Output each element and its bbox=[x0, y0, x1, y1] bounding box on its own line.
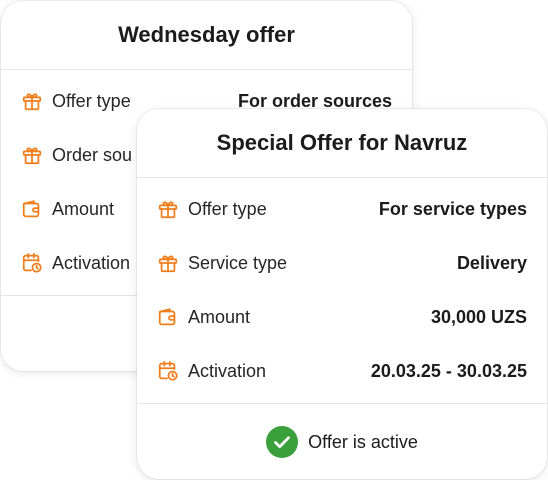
row-value: Delivery bbox=[456, 252, 527, 273]
row-label: Amount bbox=[188, 306, 251, 327]
row-label: Offer type bbox=[188, 198, 267, 219]
gift-icon bbox=[21, 144, 43, 166]
card-title: Wednesday offer bbox=[118, 22, 295, 47]
gift-icon bbox=[21, 90, 43, 112]
check-circle-icon bbox=[266, 426, 299, 458]
service-type-row: Service type Delivery bbox=[137, 236, 547, 290]
calendar-clock-icon bbox=[157, 360, 179, 382]
offer-status: Offer is active bbox=[137, 404, 547, 479]
wallet-icon bbox=[157, 306, 179, 328]
amount-row: Amount 30,000 UZS bbox=[137, 290, 547, 344]
offer-type-row: Offer type For service types bbox=[137, 182, 547, 236]
row-value: 30,000 UZS bbox=[430, 306, 527, 327]
gift-icon bbox=[157, 198, 179, 220]
card-title: Special Offer for Navruz bbox=[216, 130, 468, 155]
row-value: 20.03.25 - 30.03.25 bbox=[370, 360, 527, 381]
calendar-clock-icon bbox=[21, 252, 43, 274]
row-label: Service type bbox=[188, 252, 288, 273]
row-label: Activation bbox=[188, 360, 267, 381]
row-label: Amount bbox=[52, 198, 115, 219]
row-label: Offer type bbox=[52, 90, 131, 111]
status-text: Offer is active bbox=[308, 431, 418, 452]
activation-row: Activation 20.03.25 - 30.03.25 bbox=[137, 344, 547, 398]
row-value: For service types bbox=[378, 198, 527, 219]
row-label: Order sou bbox=[52, 144, 133, 165]
offer-details: Offer type For service types Service typ… bbox=[137, 178, 547, 403]
offer-card-navruz[interactable]: Special Offer for Navruz Offer type For … bbox=[137, 109, 547, 479]
gift-icon bbox=[157, 252, 179, 274]
row-label: Activation bbox=[52, 252, 131, 273]
wallet-icon bbox=[21, 198, 43, 220]
